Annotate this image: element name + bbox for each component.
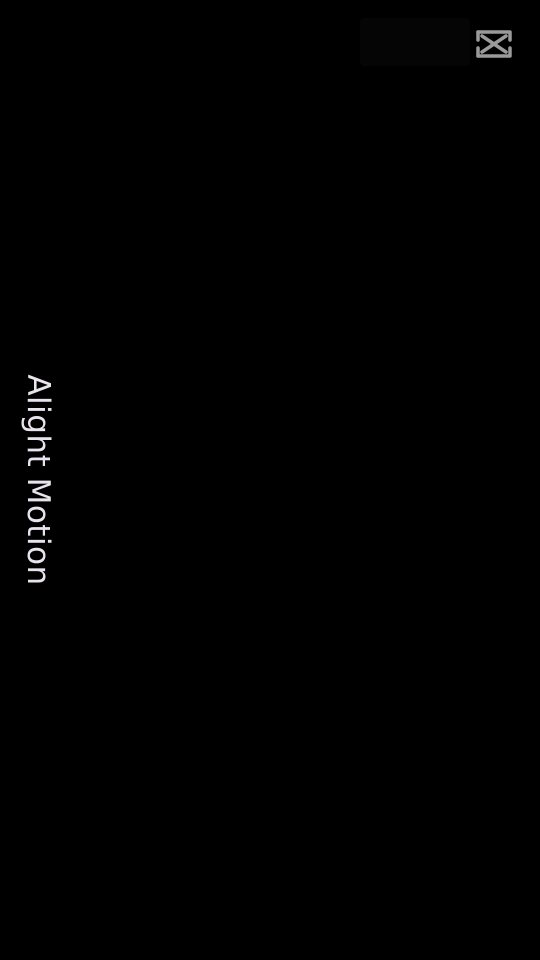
- video-frame: Alight Motion: [0, 0, 540, 960]
- capcut-logo-icon: [474, 28, 514, 60]
- faint-overlay: [360, 18, 470, 66]
- alight-motion-watermark: Alight Motion: [20, 374, 56, 586]
